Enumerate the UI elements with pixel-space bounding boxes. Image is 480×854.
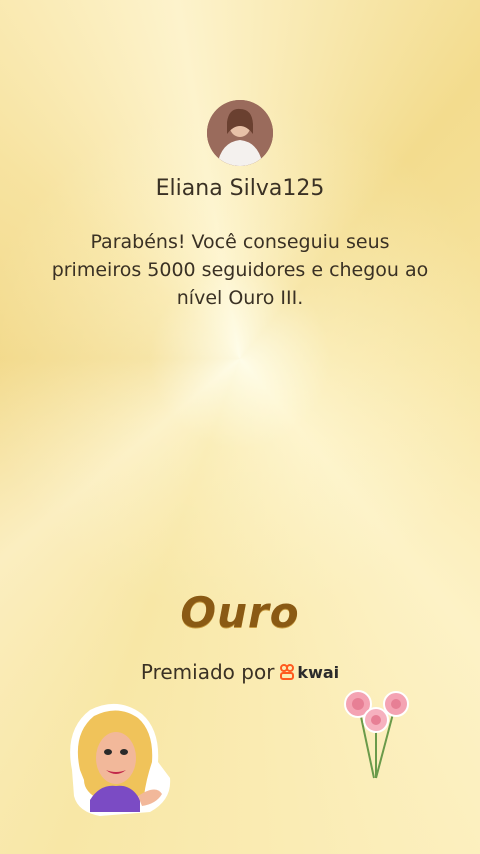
woman-sticker [60, 700, 175, 818]
awarded-by-row: Premiado por kwai [0, 660, 480, 684]
awarded-by-label: Premiado por [140, 660, 275, 684]
avatar[interactable] [207, 100, 273, 166]
username: Eliana Silva125 [155, 176, 325, 201]
woman-sticker-icon [70, 703, 171, 816]
roses-sticker [338, 686, 416, 786]
level-title: Ouro [180, 588, 300, 637]
kwai-brand-text: kwai [297, 662, 340, 682]
kwai-logo-icon [280, 664, 295, 680]
avatar-photo [207, 100, 273, 166]
congratulations-message: Parabéns! Você conseguiu seus primeiros … [51, 231, 429, 309]
roses-sticker-icon [344, 690, 409, 779]
kwai-logo: kwai [280, 663, 339, 682]
